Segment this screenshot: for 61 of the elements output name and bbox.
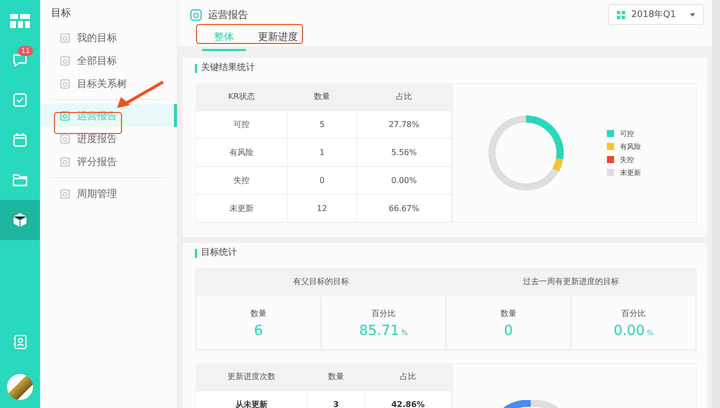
page-title: 运营报告 — [208, 8, 248, 22]
table-cell: 3 — [308, 390, 364, 408]
table-cell: 5.56% — [356, 138, 452, 166]
stat-value: 6 — [254, 323, 263, 339]
stat-label: 百分比 — [622, 308, 646, 319]
table-cell: 5 — [288, 110, 356, 138]
group-header: 有父目标的目标 — [196, 269, 446, 295]
table-cell: 12 — [288, 194, 356, 222]
sidebar-item[interactable]: 周期管理 — [40, 182, 177, 205]
period-select[interactable]: 2018年Q1 — [608, 4, 704, 25]
avatar[interactable] — [7, 374, 33, 400]
document-icon — [60, 188, 70, 198]
document-icon — [60, 110, 70, 120]
section-title: 关键结果统计 — [195, 64, 697, 73]
table-cell: 未更新 — [196, 194, 288, 222]
report-icon — [190, 8, 202, 20]
column-header: 数量 — [288, 83, 356, 110]
table-cell: 从未更新 — [196, 390, 308, 408]
stat-label: 百分比 — [372, 308, 396, 319]
highlight-frame — [54, 112, 122, 134]
sidebar-item[interactable]: 目标关系树 — [40, 72, 177, 95]
grid-icon — [617, 10, 626, 18]
cube-icon — [12, 212, 28, 228]
caret-icon — [690, 12, 695, 16]
section-title: 目标统计 — [195, 249, 697, 258]
sidebar-item[interactable]: 进度报告 — [40, 127, 177, 150]
calendar-icon[interactable] — [12, 132, 28, 148]
table-cell: 1 — [288, 138, 356, 166]
logo-icon[interactable] — [10, 14, 30, 28]
column-header: KR状态 — [196, 83, 288, 110]
chat-icon[interactable] — [12, 52, 28, 68]
table-cell: 失控 — [196, 166, 288, 194]
document-icon — [60, 56, 70, 66]
active-rail-tab[interactable] — [0, 200, 40, 240]
table-cell: 可控 — [196, 110, 288, 138]
sidebar-item[interactable]: 评分报告 — [40, 150, 177, 173]
column-header: 更新进度次数 — [196, 363, 308, 390]
sidebar-item[interactable]: 我的目标 — [40, 26, 177, 49]
sidebar-item[interactable]: 全部目标 — [40, 49, 177, 72]
contacts-icon[interactable] — [12, 334, 28, 350]
checkbox-icon[interactable] — [12, 92, 28, 108]
column-header: 占比 — [356, 83, 452, 110]
document-icon — [60, 134, 70, 144]
table-cell: 有风险 — [196, 138, 288, 166]
table-cell: 42.86% — [364, 390, 452, 408]
document-icon — [60, 32, 70, 42]
table-cell: 27.78% — [356, 110, 452, 138]
column-header: 占比 — [364, 363, 452, 390]
stat-value: 0 — [504, 323, 513, 339]
table-cell: 66.67% — [356, 194, 452, 222]
stat-label: 数量 — [500, 308, 516, 319]
column-header: 数量 — [308, 363, 364, 390]
document-icon — [60, 78, 70, 88]
table-cell: 0 — [288, 166, 356, 194]
table-cell: 0.00% — [356, 166, 452, 194]
document-icon — [60, 156, 70, 166]
tab[interactable]: 更新进度 — [246, 28, 310, 51]
folder-icon[interactable] — [12, 172, 28, 188]
stat-label: 数量 — [250, 308, 266, 319]
group-header: 过去一周有更新进度的目标 — [446, 269, 696, 295]
sidebar-title: 目标 — [50, 6, 72, 21]
